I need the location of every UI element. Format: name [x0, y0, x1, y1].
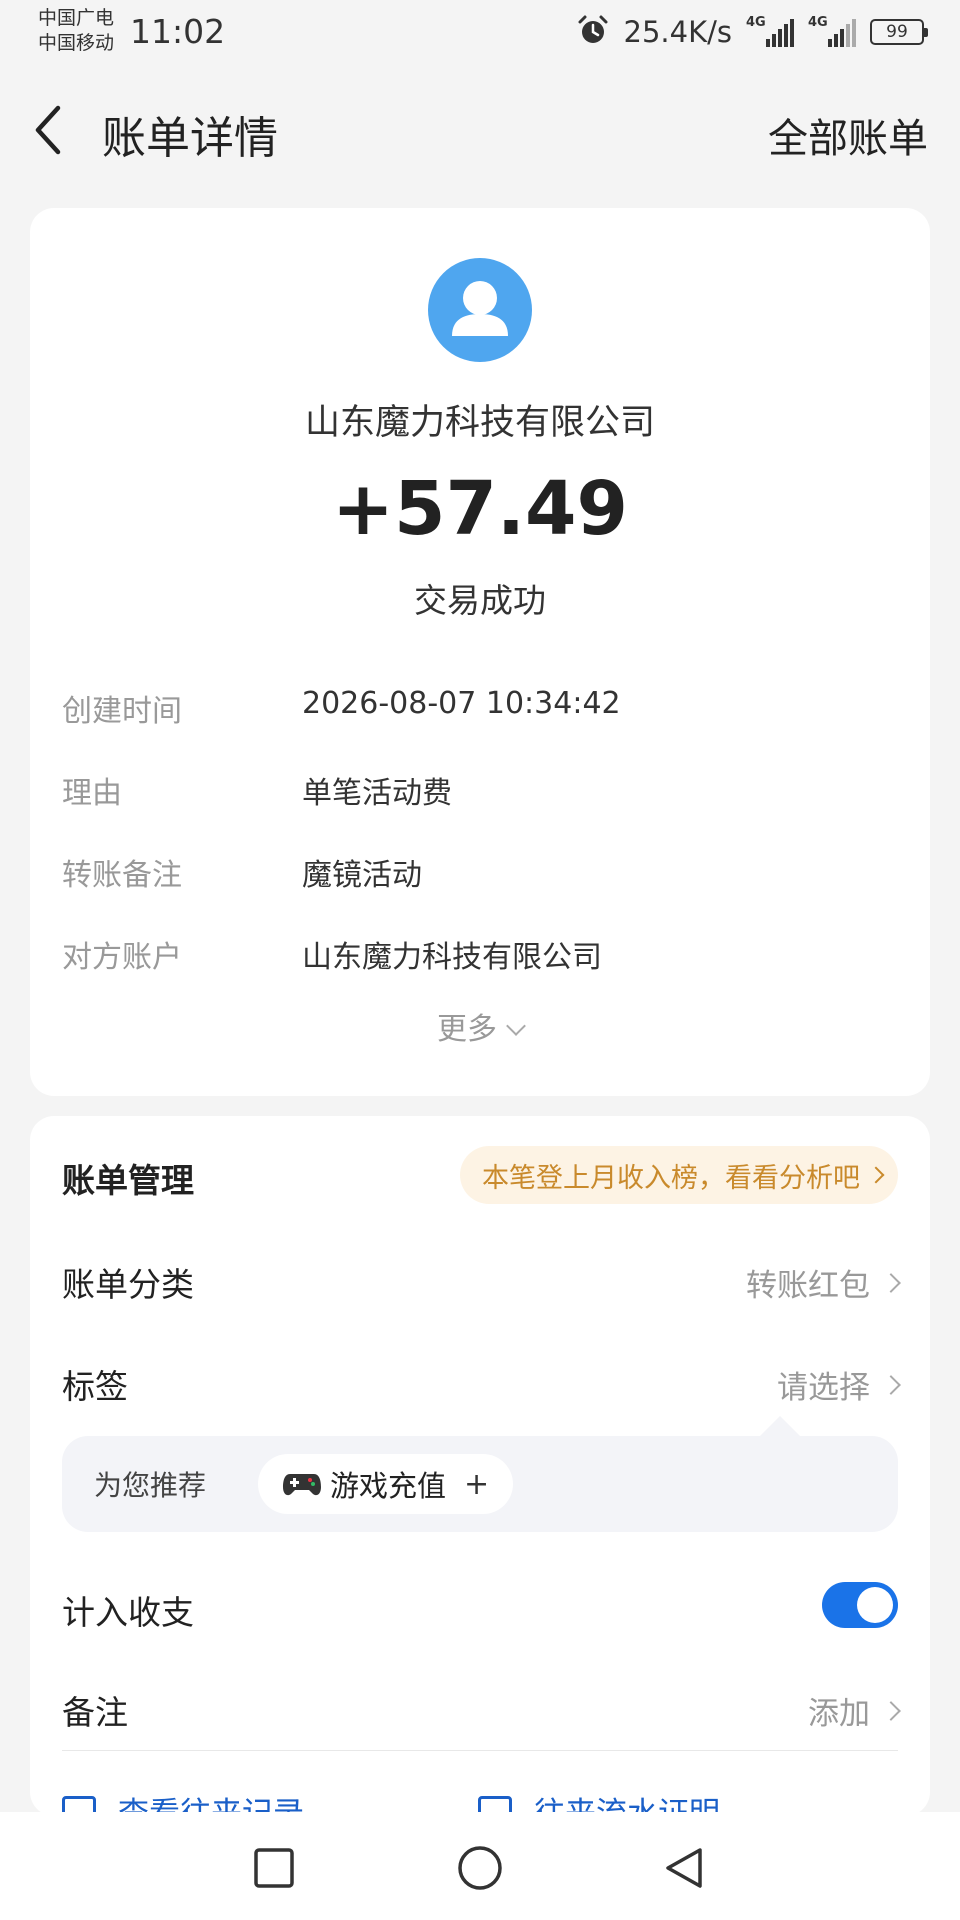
management-title: 账单管理: [62, 1161, 194, 1200]
transaction-amount: +57.49: [331, 466, 629, 552]
note-value-text: 添加: [808, 1696, 870, 1732]
chevron-right-icon: [881, 1700, 901, 1721]
category-value[interactable]: 转账红包: [746, 1260, 901, 1305]
circle-icon: [458, 1846, 502, 1890]
bill-category-row[interactable]: 账单分类 转账红包: [62, 1250, 901, 1310]
detail-value: 山东魔力科技有限公司: [302, 940, 602, 975]
detail-key: 转账备注: [62, 858, 182, 893]
tag-row[interactable]: 标签 请选择: [62, 1352, 901, 1412]
detail-key: 理由: [62, 776, 122, 811]
income-rank-promo[interactable]: 本笔登上月收入榜，看看分析吧: [460, 1146, 898, 1204]
recommend-label: 为您推荐: [94, 1469, 207, 1502]
recommend-chip-label: 游戏充值: [330, 1469, 447, 1503]
detail-key: 对方账户: [62, 940, 182, 975]
all-bills-link[interactable]: 全部账单: [768, 106, 928, 164]
tag-select[interactable]: 请选择: [777, 1362, 901, 1407]
tag-label: 标签: [62, 1367, 128, 1406]
gamepad-icon: [283, 1474, 321, 1496]
network-type-2: 4G: [808, 15, 828, 30]
recent-apps-button[interactable]: [250, 1844, 298, 1892]
detail-value: 2026-08-07 10:34:42: [302, 686, 621, 721]
chevron-right-icon: [881, 1374, 901, 1395]
promo-text: 本笔登上月收入榜，看看分析吧: [482, 1162, 860, 1194]
transaction-card: 山东魔力科技有限公司 +57.49 交易成功 创建时间 2026-08-07 1…: [30, 208, 930, 1096]
more-label: 更多: [437, 1012, 497, 1047]
status-bar: 中国广电 中国移动 11:02 25.4K/s 4G 4G 99: [0, 0, 960, 66]
back-nav-button[interactable]: [660, 1844, 708, 1892]
status-icons: 25.4K/s 4G 4G 99: [576, 12, 928, 52]
clock: 11:02: [130, 12, 226, 51]
triangle-back-icon: [666, 1848, 702, 1888]
plus-icon: +: [464, 1466, 490, 1502]
carrier-2: 中国移动: [38, 32, 115, 54]
net-speed: 25.4K/s: [623, 15, 732, 49]
tag-recommendation-box: 为您推荐 游戏充值 +: [62, 1416, 898, 1532]
transaction-status: 交易成功: [414, 581, 546, 620]
payee-name: 山东魔力科技有限公司: [304, 403, 655, 443]
alarm-icon: [576, 13, 610, 51]
category-label: 账单分类: [62, 1265, 194, 1304]
include-label: 计入收支: [62, 1593, 194, 1632]
detail-row-counterparty: 对方账户 山东魔力科技有限公司: [62, 932, 902, 980]
bill-management-card: 账单管理 本笔登上月收入榜，看看分析吧 账单分类 转账红包 标签 请选择 为您推…: [30, 1116, 930, 1832]
home-button[interactable]: [456, 1844, 504, 1892]
note-label: 备注: [62, 1693, 128, 1732]
include-toggle[interactable]: [822, 1582, 898, 1628]
detail-row-remark: 转账备注 魔镜活动: [62, 850, 902, 898]
network-type-1: 4G: [746, 15, 766, 30]
include-in-budget-row: 计入收支: [62, 1578, 898, 1638]
note-row[interactable]: 备注 添加: [62, 1678, 901, 1738]
app-header: 账单详情 全部账单: [0, 90, 960, 170]
carrier-info: 中国广电 中国移动: [38, 6, 114, 56]
note-add[interactable]: 添加: [808, 1688, 901, 1733]
user-icon: [452, 281, 508, 336]
battery-icon: 99: [870, 19, 928, 45]
chevron-down-icon: [506, 1016, 526, 1036]
detail-value: 魔镜活动: [302, 858, 422, 893]
avatar: [428, 258, 532, 362]
tag-value-text: 请选择: [777, 1370, 870, 1406]
carrier-1: 中国广电: [38, 7, 115, 29]
battery-level: 99: [886, 22, 908, 42]
page-title: 账单详情: [102, 113, 278, 164]
divider: [62, 1750, 898, 1751]
back-button[interactable]: [30, 100, 70, 160]
chevron-right-icon: [867, 1166, 885, 1184]
detail-row-reason: 理由 单笔活动费: [62, 768, 902, 816]
detail-row-created-time: 创建时间 2026-08-07 10:34:42: [62, 686, 902, 734]
category-value-text: 转账红包: [746, 1268, 870, 1304]
chevron-right-icon: [881, 1272, 901, 1293]
management-header-row: 账单管理 本笔登上月收入榜，看看分析吧: [62, 1146, 898, 1206]
detail-key: 创建时间: [62, 694, 182, 729]
back-arrow-icon: [35, 105, 61, 155]
toggle-knob: [857, 1587, 893, 1623]
signal-icon-2: 4G: [808, 15, 856, 47]
system-nav-bar: [0, 1812, 960, 1920]
square-icon: [254, 1848, 294, 1888]
detail-value: 单笔活动费: [302, 776, 452, 811]
recommend-chip-game-recharge[interactable]: 游戏充值 +: [258, 1454, 514, 1514]
more-button[interactable]: 更多: [30, 1004, 930, 1048]
signal-icon-1: 4G: [746, 15, 794, 47]
